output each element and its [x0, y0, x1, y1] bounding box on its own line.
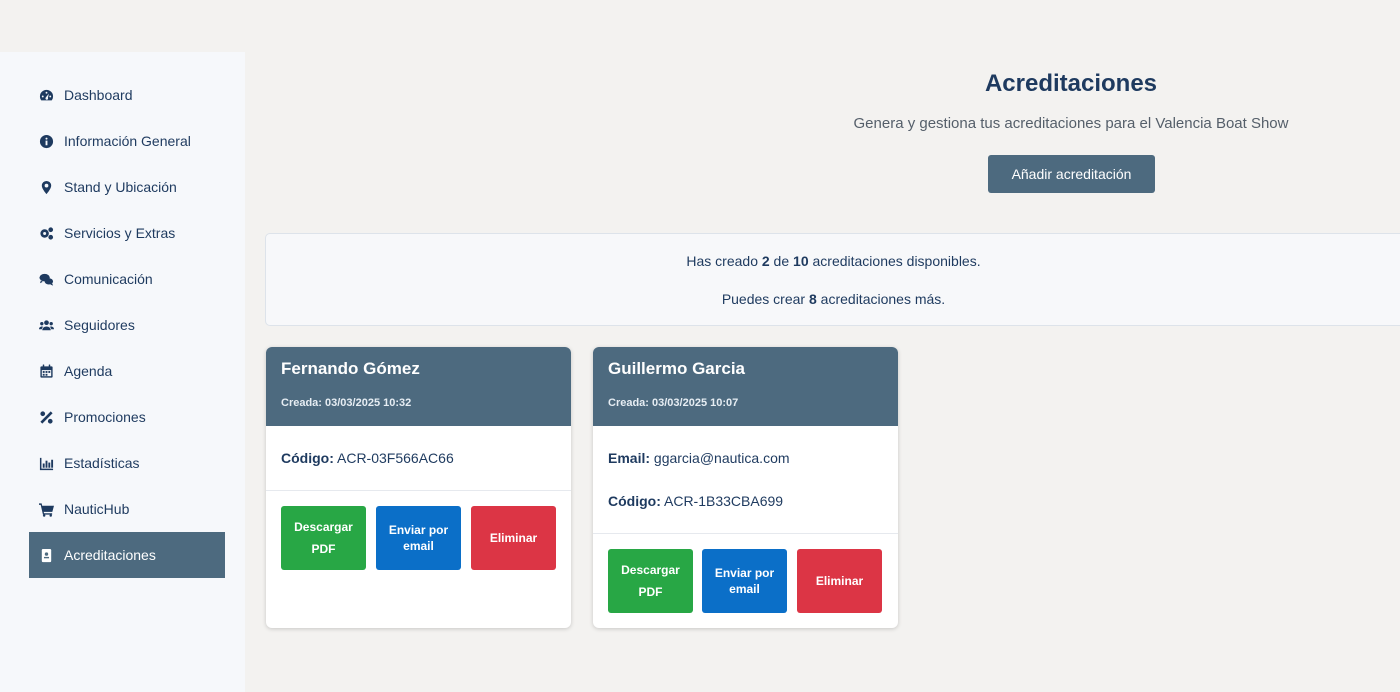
- percent-icon: [38, 409, 54, 425]
- sidebar-item-acreditaciones[interactable]: Acreditaciones: [29, 532, 225, 578]
- chart-icon: [38, 455, 54, 471]
- accreditation-card: Guillermo Garcia Creada: 03/03/2025 10:0…: [593, 347, 898, 628]
- download-pdf-button[interactable]: Descargar PDF: [608, 549, 693, 613]
- summary-remaining-line: Puedes crear 8 acreditaciones más.: [721, 291, 946, 307]
- sidebar-item-label: Servicios y Extras: [64, 225, 176, 241]
- page-subtitle: Genera y gestiona tus acreditaciones par…: [853, 115, 1289, 132]
- add-accreditation-button[interactable]: Añadir acreditación: [988, 155, 1155, 193]
- sidebar-item-nautichub[interactable]: NauticHub: [29, 486, 225, 532]
- delete-button[interactable]: Eliminar: [471, 506, 556, 570]
- sidebar: Dashboard Información General Stand y Ub…: [0, 52, 245, 692]
- sidebar-item-stand-ubicacion[interactable]: Stand y Ubicación: [29, 164, 225, 210]
- delete-button[interactable]: Eliminar: [797, 549, 882, 613]
- calendar-icon: [38, 363, 54, 379]
- code-value: ACR-03F566AC66: [337, 450, 454, 466]
- badge-icon: [38, 547, 54, 563]
- sidebar-item-label: Agenda: [64, 363, 113, 379]
- sidebar-item-label: Dashboard: [64, 87, 133, 103]
- sidebar-item-label: Estadísticas: [64, 455, 140, 471]
- users-icon: [38, 317, 54, 333]
- sidebar-item-servicios-extras[interactable]: Servicios y Extras: [29, 210, 225, 256]
- remaining-count: 8: [808, 291, 817, 307]
- info-icon: [38, 133, 54, 149]
- sidebar-item-dashboard[interactable]: Dashboard: [29, 72, 225, 118]
- sidebar-item-estadisticas[interactable]: Estadísticas: [29, 440, 225, 486]
- sidebar-item-seguidores[interactable]: Seguidores: [29, 302, 225, 348]
- sidebar-item-promociones[interactable]: Promociones: [29, 394, 225, 440]
- email-value: ggarcia@nautica.com: [653, 450, 790, 466]
- card-name: Guillermo Garcia: [608, 359, 745, 378]
- comments-icon: [38, 271, 54, 287]
- sidebar-item-label: Información General: [64, 133, 191, 149]
- dashboard-icon: [38, 87, 54, 103]
- accreditation-card: Fernando Gómez Creada: 03/03/2025 10:32 …: [266, 347, 571, 628]
- card-created-date: Creada: 03/03/2025 10:32: [281, 397, 412, 409]
- card-name: Fernando Gómez: [281, 359, 420, 378]
- summary-created-line: Has creado 2 de 10 acreditaciones dispon…: [686, 253, 981, 269]
- card-created-date: Creada: 03/03/2025 10:07: [608, 397, 739, 409]
- sidebar-item-label: Comunicación: [64, 271, 153, 287]
- accreditation-summary: Has creado 2 de 10 acreditaciones dispon…: [265, 233, 1400, 326]
- total-count: 10: [793, 253, 809, 269]
- sidebar-item-comunicacion[interactable]: Comunicación: [29, 256, 225, 302]
- send-email-button[interactable]: Enviar por email: [702, 549, 787, 613]
- sidebar-item-agenda[interactable]: Agenda: [29, 348, 225, 394]
- page-title: Acreditaciones: [984, 70, 1158, 97]
- card-divider: [266, 490, 571, 491]
- card-divider: [593, 533, 898, 534]
- send-email-button[interactable]: Enviar por email: [376, 506, 461, 570]
- sidebar-item-informacion-general[interactable]: Información General: [29, 118, 225, 164]
- card-header: Guillermo Garcia Creada: 03/03/2025 10:0…: [593, 347, 898, 426]
- sidebar-item-label: NauticHub: [64, 501, 130, 517]
- gears-icon: [38, 225, 54, 241]
- sidebar-item-label: Seguidores: [64, 317, 135, 333]
- card-email: Email: ggarcia@nautica.com: [608, 450, 790, 466]
- card-code: Código: ACR-1B33CBA699: [608, 493, 784, 509]
- cart-icon: [38, 501, 54, 517]
- card-header: Fernando Gómez Creada: 03/03/2025 10:32: [266, 347, 571, 426]
- sidebar-item-label: Promociones: [64, 409, 146, 425]
- code-value: ACR-1B33CBA699: [664, 493, 784, 509]
- sidebar-item-label: Acreditaciones: [64, 547, 156, 563]
- card-code: Código: ACR-03F566AC66: [281, 450, 454, 466]
- sidebar-item-label: Stand y Ubicación: [64, 179, 177, 195]
- created-count: 2: [761, 253, 770, 269]
- map-marker-icon: [38, 179, 54, 195]
- download-pdf-button[interactable]: Descargar PDF: [281, 506, 366, 570]
